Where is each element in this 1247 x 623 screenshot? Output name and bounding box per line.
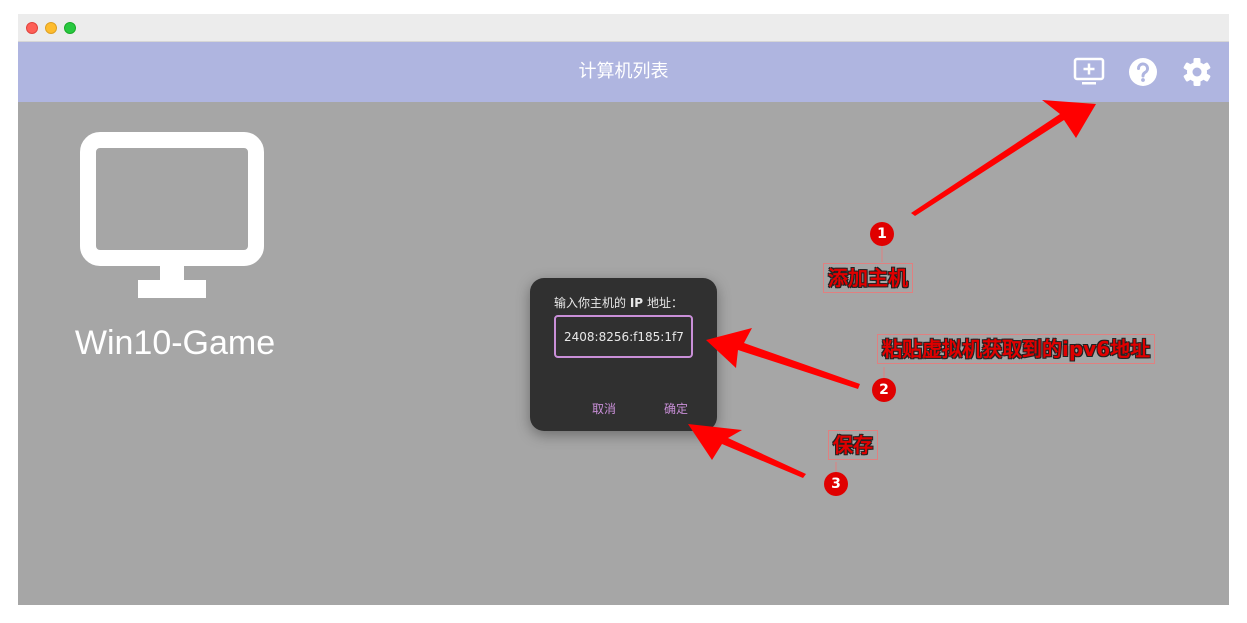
add-computer-icon	[1073, 57, 1105, 85]
app-bar: 计算机列表	[18, 42, 1229, 102]
computer-card[interactable]: Win10-Game	[70, 132, 290, 372]
window-titlebar	[18, 14, 1229, 42]
monitor-icon	[80, 132, 264, 298]
app-window: 计算机列表 Win10-Game 输入你主机的 IP 地址： 2408:8256…	[18, 14, 1229, 605]
annotation-badge-1: 1	[870, 222, 894, 246]
window-maximize-button[interactable]	[64, 22, 76, 34]
help-button[interactable]	[1127, 56, 1159, 88]
ip-address-input[interactable]	[554, 315, 693, 358]
window-minimize-button[interactable]	[45, 22, 57, 34]
dialog-title: 输入你主机的 IP 地址：	[554, 294, 683, 311]
settings-button[interactable]	[1181, 56, 1213, 88]
window-close-button[interactable]	[26, 22, 38, 34]
settings-icon	[1183, 58, 1211, 86]
dialog-title-prefix: 输入你主机的	[554, 296, 627, 310]
dialog-title-suffix: 地址：	[646, 296, 683, 310]
add-computer-button[interactable]	[1073, 56, 1105, 88]
annotation-badge-2: 2	[872, 378, 896, 402]
dialog-title-ip: IP	[629, 296, 644, 310]
annotation-label-1: 添加主机	[823, 263, 913, 293]
cancel-button[interactable]: 取消	[592, 400, 616, 417]
annotation-label-2: 粘贴虚拟机获取到的ipv6地址	[877, 334, 1156, 364]
annotation-label-3: 保存	[828, 430, 878, 460]
ok-button[interactable]: 确定	[664, 400, 688, 417]
computer-name: Win10-Game	[74, 324, 276, 362]
add-host-dialog: 输入你主机的 IP 地址： 取消 确定	[530, 278, 717, 431]
page-title: 计算机列表	[578, 61, 669, 82]
annotation-badge-3: 3	[824, 472, 848, 496]
help-icon	[1129, 58, 1157, 86]
